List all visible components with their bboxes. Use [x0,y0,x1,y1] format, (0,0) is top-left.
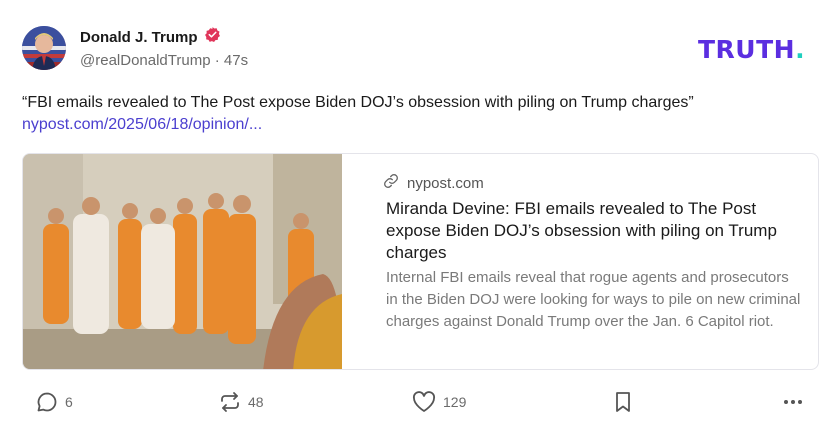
card-image [23,154,342,369]
author-name-row: Donald J. Trump [80,26,221,48]
action-bar: 6 48 129 [22,390,822,422]
reply-icon [35,390,59,414]
logo-text: TRUTH [698,35,796,64]
card-description: Internal FBI emails reveal that rogue ag… [386,269,801,330]
author-handle[interactable]: @realDonaldTrump [80,52,211,69]
retruth-button[interactable]: 48 [218,390,264,414]
post-timestamp[interactable]: 47s [224,52,248,69]
display-name[interactable]: Donald J. Trump [80,29,198,46]
avatar[interactable] [22,26,66,70]
post-text: “FBI emails revealed to The Post expose … [22,94,694,111]
meta-separator: · [214,52,220,69]
like-icon [411,390,437,414]
card-title[interactable]: Miranda Devine: FBI emails revealed to T… [386,198,806,264]
verified-badge-icon [204,26,221,48]
post-header: Donald J. Trump @realDonaldTrump · 47s T… [22,24,822,74]
logo-dot: . [795,35,806,64]
card-body: nypost.com Miranda Devine: FBI emails re… [363,154,806,369]
post-link[interactable]: nypost.com/2025/06/18/opinion/... [22,114,262,136]
card-domain-row: nypost.com [383,173,484,193]
retruth-icon [218,390,242,414]
bookmark-button[interactable] [613,390,633,414]
handle-row: @realDonaldTrump · 47s [80,52,248,69]
reply-button[interactable]: 6 [35,390,73,414]
link-preview-card[interactable]: nypost.com Miranda Devine: FBI emails re… [22,153,819,370]
truth-logo[interactable]: TRUTH. [698,35,805,64]
card-domain: nypost.com [407,174,484,192]
reply-count: 6 [65,394,73,410]
bookmark-icon [613,390,633,414]
like-button[interactable]: 129 [411,390,466,414]
more-icon [781,390,805,414]
retruth-count: 48 [248,394,264,410]
link-icon [383,173,399,193]
more-options-button[interactable] [781,390,805,414]
like-count: 129 [443,394,467,410]
